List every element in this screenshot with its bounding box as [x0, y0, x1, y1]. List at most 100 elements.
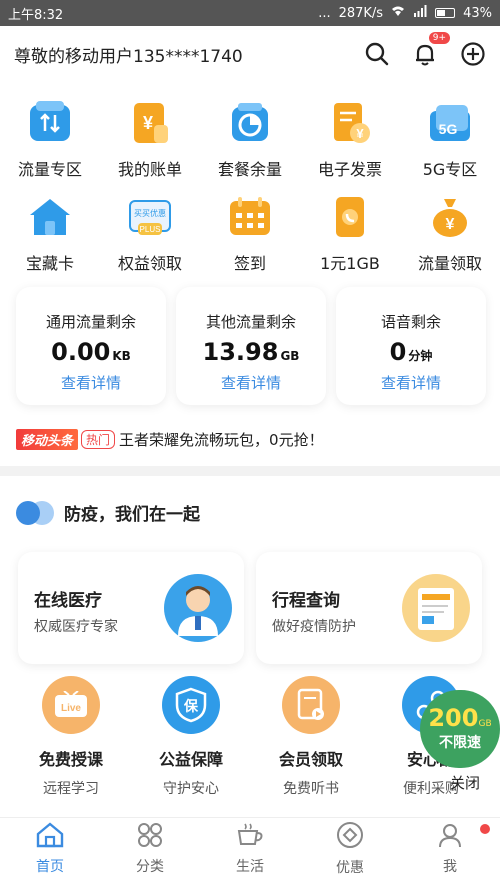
section-divider: [0, 466, 500, 476]
battery-level: 43%: [463, 5, 492, 21]
grid-item-rights-claim[interactable]: 买买优惠 PLUS 权益领取: [100, 194, 200, 274]
service-welfare[interactable]: 保 公益保障 守护安心: [131, 676, 251, 798]
tab-home[interactable]: 首页: [0, 818, 100, 879]
package-balance-icon: [227, 100, 273, 146]
grid-label: 流量专区: [17, 160, 82, 179]
feature-title: 行程查询: [272, 591, 340, 611]
promo-close-button[interactable]: 关闭: [450, 772, 480, 793]
general-traffic-card[interactable]: 通用流量剩余 0.00 KB 查看详情: [16, 287, 166, 405]
shield-icon-text: 保: [183, 698, 199, 715]
rights-icon-bottom-text: PLUS: [140, 225, 161, 234]
grid-label: 1元1GB: [320, 254, 380, 273]
status-bar: 上午8:32 ... 287K/s 43%: [0, 0, 500, 26]
grid-label: 流量领取: [417, 254, 482, 273]
tab-category[interactable]: 分类: [100, 818, 200, 879]
service-title: 公益保障: [158, 750, 223, 769]
battery-icon: [435, 8, 456, 18]
grid-label: 签到: [233, 254, 266, 273]
tab-label: 优惠: [336, 859, 364, 876]
voice-card[interactable]: 语音剩余 0 分钟 查看详情: [336, 287, 486, 405]
home-icon: [35, 821, 65, 852]
search-icon[interactable]: [364, 41, 390, 67]
card-unit: KB: [112, 349, 131, 363]
invoice-glyph: ¥: [356, 126, 364, 141]
service-title: 免费授课: [38, 750, 103, 769]
rights-icon-top-text: 买买优惠: [134, 208, 166, 218]
card-number: 13.98: [202, 338, 279, 366]
card-number: 0.00: [51, 338, 111, 366]
grid-item-traffic-claim[interactable]: ¥ 流量领取: [400, 194, 500, 274]
network-speed: 287K/s: [338, 5, 384, 21]
calendar-icon: [227, 194, 273, 240]
tab-offers[interactable]: 优惠: [300, 818, 400, 879]
feature-title: 在线医疗: [34, 591, 102, 611]
service-subtitle: 远程学习: [43, 781, 99, 797]
grid-item-1yuan-1gb[interactable]: 1元1GB: [300, 194, 400, 274]
shield-icon: 保: [162, 676, 220, 734]
card-value: 0.00 KB: [51, 338, 131, 366]
tab-label: 首页: [36, 858, 64, 875]
audiobook-icon: [282, 676, 340, 734]
category-icon: [136, 822, 164, 852]
promo-small: 不限速: [439, 735, 481, 751]
five-g-glyph: 5G: [439, 121, 458, 137]
bottom-tab-bar: 首页 分类 生活 优惠 我: [0, 817, 500, 879]
view-details-link[interactable]: 查看详情: [61, 372, 121, 393]
phone-icon: [327, 194, 373, 240]
other-traffic-card[interactable]: 其他流量剩余 13.98 GB 查看详情: [176, 287, 326, 405]
bill-glyph: ¥: [143, 113, 153, 133]
wifi-icon: [391, 5, 405, 21]
bill-icon: ¥: [127, 100, 173, 146]
news-ticker[interactable]: 移动头条 热门 王者荣耀免流畅玩包，0元抢！: [16, 427, 486, 451]
trip-query-card[interactable]: 行程查询 做好疫情防护: [256, 552, 482, 664]
function-grid: 流量专区 ¥ 我的账单 套餐余量 ¥ 电子发票 5G 5G专区 宝藏卡 买买优惠…: [0, 100, 500, 274]
grid-item-traffic-zone[interactable]: 流量专区: [0, 100, 100, 180]
grid-item-check-in[interactable]: 签到: [200, 194, 300, 274]
grid-item-5g-zone[interactable]: 5G 5G专区: [400, 100, 500, 180]
status-time: 上午8:32: [8, 7, 64, 23]
bell-icon[interactable]: 9+: [412, 32, 450, 67]
view-details-link[interactable]: 查看详情: [381, 372, 441, 393]
online-medical-card[interactable]: 在线医疗 权威医疗专家: [18, 552, 244, 664]
grid-label: 套餐余量: [217, 160, 282, 179]
live-icon-text: Live: [61, 703, 81, 714]
money-bag-glyph: ¥: [446, 216, 455, 233]
grid-label: 我的账单: [117, 160, 182, 179]
user-icon: [436, 822, 464, 852]
section-title-text: 防疫，我们在一起: [64, 505, 200, 525]
card-name: 语音剩余: [380, 313, 441, 331]
grid-item-package-balance[interactable]: 套餐余量: [200, 100, 300, 180]
add-icon[interactable]: [460, 41, 486, 67]
service-subtitle: 免费听书: [283, 781, 339, 797]
grid-item-e-invoice[interactable]: ¥ 电子发票: [300, 100, 400, 180]
feature-subtitle: 做好疫情防护: [272, 619, 356, 635]
promo-200gb-badge[interactable]: 200GB 不限速: [420, 690, 500, 768]
tab-label: 生活: [236, 858, 264, 875]
view-details-link[interactable]: 查看详情: [221, 372, 281, 393]
card-value: 13.98 GB: [203, 338, 300, 366]
5g-icon: 5G: [427, 100, 473, 146]
traffic-icon: [27, 100, 73, 146]
coffee-icon: [235, 822, 265, 852]
promo-unit: GB: [478, 719, 492, 729]
balance-cards: 通用流量剩余 0.00 KB 查看详情 其他流量剩余 13.98 GB 查看详情 语…: [16, 287, 486, 405]
promo-amount: 200GB: [428, 706, 491, 730]
grid-item-my-bill[interactable]: ¥ 我的账单: [100, 100, 200, 180]
news-tag: 移动头条: [16, 428, 79, 450]
grid-item-treasure-card[interactable]: 宝藏卡: [0, 194, 100, 274]
service-membership[interactable]: 会员领取 免费听书: [251, 676, 371, 798]
card-number: 0: [389, 338, 407, 366]
card-name: 其他流量剩余: [205, 313, 296, 331]
promo-big: 200: [428, 704, 479, 732]
status-right: ... 287K/s 43%: [318, 5, 492, 21]
live-tv-icon: Live: [42, 676, 100, 734]
tab-label: 分类: [136, 858, 164, 875]
service-free-class[interactable]: Live 免费授课 远程学习: [11, 676, 131, 798]
house-icon: [27, 194, 73, 240]
user-greeting[interactable]: 尊敬的移动用户135****1740: [14, 42, 364, 67]
card-unit: 分钟: [408, 349, 433, 363]
tab-label: 我: [443, 858, 457, 875]
grid-label: 电子发票: [317, 160, 382, 179]
tab-life[interactable]: 生活: [200, 818, 300, 879]
grid-label: 5G专区: [422, 160, 478, 179]
